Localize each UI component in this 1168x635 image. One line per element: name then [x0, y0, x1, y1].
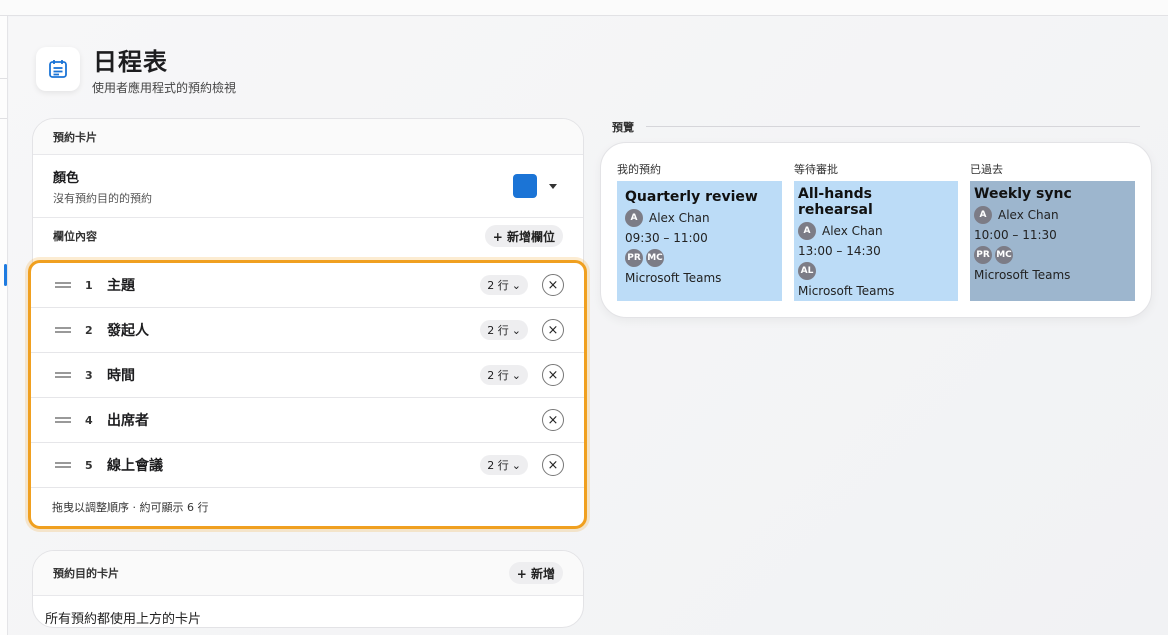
rows-dropdown[interactable]: 2 行 ⌄: [480, 365, 528, 385]
rows-value: 2 行: [487, 279, 509, 292]
color-setting-row: 顏色 沒有預約目的的預約: [33, 155, 583, 218]
field-name: 發起人: [107, 323, 149, 339]
add-field-button[interactable]: + 新增欄位: [484, 225, 563, 247]
field-number: 5: [85, 458, 93, 472]
rows-value: 2 行: [487, 459, 509, 472]
avatar: A: [798, 222, 816, 240]
purpose-card-panel: 預約目的卡片 + 新增 所有預約都使用上方的卡片: [32, 550, 584, 628]
field-number: 1: [85, 278, 93, 292]
field-name: 時間: [107, 368, 135, 384]
top-bar: [0, 0, 1168, 16]
purpose-card-title: 預約目的卡片: [53, 567, 119, 580]
chevron-down-icon: ⌄: [511, 278, 521, 292]
rows-dropdown[interactable]: 2 行 ⌄: [480, 320, 528, 340]
remove-field-button[interactable]: ×: [542, 319, 564, 341]
color-description: 沒有預約目的的預約: [53, 191, 152, 205]
appointment-card[interactable]: All-hands rehearsal A Alex Chan 13:00 – 1…: [794, 181, 958, 301]
reorder-hint: 拖曳以調整順序 · 約可顯示 6 行: [52, 501, 209, 514]
avatar: MC: [995, 246, 1013, 264]
remove-field-button[interactable]: ×: [542, 364, 564, 386]
page-title: 日程表: [93, 48, 168, 76]
appointment-title: All-hands rehearsal: [798, 186, 873, 218]
meeting-provider: Microsoft Teams: [625, 271, 722, 285]
booking-card-heading: 預約卡片: [33, 119, 583, 155]
field-name: 主題: [107, 278, 135, 294]
booking-card-title: 預約卡片: [53, 130, 97, 144]
field-row[interactable]: 2 發起人 2 行 ⌄ ×: [31, 308, 584, 353]
drag-handle-icon[interactable]: [55, 282, 71, 288]
color-swatch[interactable]: [513, 174, 537, 198]
avatar: MC: [646, 249, 664, 267]
field-row[interactable]: 1 主題 2 行 ⌄ ×: [31, 263, 584, 308]
meeting-provider: Microsoft Teams: [974, 268, 1071, 282]
field-name: 線上會議: [107, 458, 163, 474]
appointment-time: 09:30 – 11:00: [625, 231, 708, 245]
avatar: AL: [798, 262, 816, 280]
active-rail-indicator: [4, 264, 7, 286]
rows-dropdown[interactable]: 2 行 ⌄: [480, 455, 528, 475]
appointment-title: Quarterly review: [625, 189, 758, 205]
rows-value: 2 行: [487, 324, 509, 337]
chevron-down-icon[interactable]: [549, 183, 557, 189]
organizer-name: Alex Chan: [649, 211, 710, 225]
drag-handle-icon[interactable]: [55, 462, 71, 468]
appointment-time: 10:00 – 11:30: [974, 228, 1057, 242]
chevron-down-icon: ⌄: [511, 368, 521, 382]
field-number: 3: [85, 368, 93, 382]
organizer-name: Alex Chan: [822, 224, 883, 238]
page-subtitle: 使用者應用程式的預約檢視: [92, 81, 237, 95]
field-name: 出席者: [107, 413, 149, 429]
field-number: 4: [85, 413, 93, 427]
rows-value: 2 行: [487, 369, 509, 382]
appointment-time: 13:00 – 14:30: [798, 244, 881, 258]
avatar: PR: [625, 249, 643, 267]
drag-handle-icon[interactable]: [55, 372, 71, 378]
preview-panel: 我的預約 Quarterly review A Alex Chan 09:30 –…: [600, 142, 1152, 318]
chevron-down-icon: ⌄: [511, 458, 521, 472]
preview-column-label: 已過去: [970, 163, 1003, 176]
appointment-title: Weekly sync: [974, 186, 1072, 202]
calendar-icon: [36, 47, 80, 91]
drag-handle-icon[interactable]: [55, 327, 71, 333]
field-number: 2: [85, 323, 93, 337]
organizer-name: Alex Chan: [998, 208, 1059, 222]
field-row[interactable]: 3 時間 2 行 ⌄ ×: [31, 353, 584, 398]
left-rail: [0, 16, 8, 635]
avatar: PR: [974, 246, 992, 264]
preview-label: 預覽: [612, 121, 634, 134]
appointment-card[interactable]: Weekly sync A Alex Chan 10:00 – 11:30 PR …: [970, 181, 1135, 301]
rows-dropdown[interactable]: 2 行 ⌄: [480, 275, 528, 295]
add-purpose-button[interactable]: + 新增: [508, 562, 563, 584]
appointment-card[interactable]: Quarterly review A Alex Chan 09:30 – 11:0…: [617, 181, 782, 301]
purpose-card-heading: 預約目的卡片 + 新增: [33, 551, 583, 596]
preview-column-label: 等待審批: [794, 163, 838, 176]
color-label: 顏色: [53, 170, 80, 186]
field-list: 1 主題 2 行 ⌄ × 2 發起人 2 行 ⌄ × 3 時間 2 行 ⌄ × 4 出…: [28, 260, 587, 529]
remove-field-button[interactable]: ×: [542, 409, 564, 431]
preview-divider: [646, 126, 1140, 127]
fields-heading: 欄位內容: [53, 230, 97, 243]
avatar: A: [974, 206, 992, 224]
remove-field-button[interactable]: ×: [542, 454, 564, 476]
preview-column-label: 我的預約: [617, 163, 661, 176]
field-row[interactable]: 5 線上會議 2 行 ⌄ ×: [31, 443, 584, 488]
field-row[interactable]: 4 出席者 ×: [31, 398, 584, 443]
purpose-card-body: 所有預約都使用上方的卡片: [45, 612, 202, 627]
avatar: A: [625, 209, 643, 227]
chevron-down-icon: ⌄: [511, 323, 521, 337]
meeting-provider: Microsoft Teams: [798, 284, 895, 298]
fields-heading-row: 欄位內容 + 新增欄位: [33, 218, 583, 254]
drag-handle-icon[interactable]: [55, 417, 71, 423]
remove-field-button[interactable]: ×: [542, 274, 564, 296]
